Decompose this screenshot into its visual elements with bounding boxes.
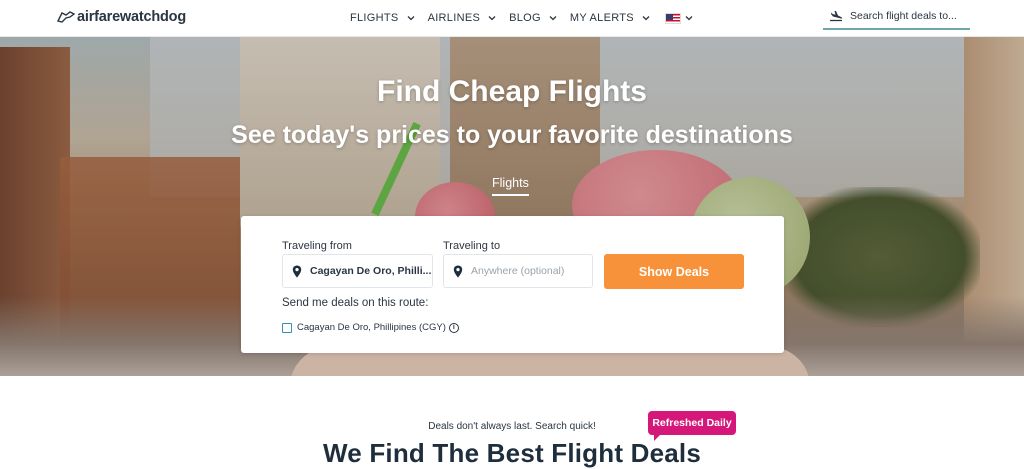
from-field[interactable]: Cagayan De Oro, Philli... [282, 254, 433, 288]
nav-my-alerts-label: MY ALERTS [569, 12, 634, 24]
nav-flights[interactable]: FLIGHTS [350, 12, 415, 24]
refreshed-daily-badge: Refreshed Daily [648, 411, 736, 441]
location-pin-icon [453, 265, 463, 277]
nav-flights-label: FLIGHTS [350, 12, 399, 24]
send-deals-label: Send me deals on this route: [282, 297, 429, 309]
site-logo[interactable]: airfarewatchdog [56, 6, 186, 28]
deals-note: Deals don't always last. Search quick! [428, 421, 596, 432]
chevron-down-icon [407, 16, 415, 21]
from-label: Traveling from [282, 240, 352, 252]
us-flag-icon [664, 12, 681, 24]
nav-airlines-label: AIRLINES [427, 12, 481, 24]
airplane-icon [830, 11, 843, 22]
locale-selector[interactable] [663, 12, 693, 24]
chevron-down-icon [488, 16, 496, 21]
chevron-down-icon [685, 16, 693, 21]
to-field[interactable] [443, 254, 593, 288]
route-option-label: Cagayan De Oro, Phillipines (CGY) [297, 322, 446, 333]
location-pin-icon [292, 265, 302, 277]
to-label: Traveling to [443, 240, 501, 252]
info-icon[interactable]: i [448, 322, 459, 333]
nav-airlines[interactable]: AIRLINES [428, 12, 497, 24]
flight-deal-search[interactable] [823, 4, 970, 30]
dog-logo-icon [56, 11, 76, 23]
chevron-down-icon [642, 16, 650, 21]
main-nav: FLIGHTS AIRLINES BLOG MY ALERTS [350, 0, 706, 36]
search-input[interactable] [850, 10, 965, 22]
top-header: airfarewatchdog FLIGHTS AIRLINES BLOG MY… [0, 0, 1024, 37]
hero-title: Find Cheap Flights [377, 75, 647, 108]
route-option[interactable]: Cagayan De Oro, Phillipines (CGY) i [282, 322, 459, 333]
nav-blog[interactable]: BLOG [509, 12, 557, 24]
nav-blog-label: BLOG [509, 12, 541, 24]
route-checkbox[interactable] [282, 322, 292, 333]
show-deals-button[interactable]: Show Deals [604, 254, 744, 289]
hero-subtitle: See today's prices to your favorite dest… [231, 121, 793, 149]
logo-text: airfarewatchdog [77, 9, 186, 25]
search-form-card: Traveling from Traveling to Cagayan De O… [241, 216, 784, 353]
tab-flights[interactable]: Flights [492, 176, 529, 196]
chevron-down-icon [549, 16, 557, 21]
from-value: Cagayan De Oro, Philli... [310, 265, 432, 277]
nav-my-alerts[interactable]: MY ALERTS [570, 12, 650, 24]
to-input[interactable] [471, 265, 591, 277]
